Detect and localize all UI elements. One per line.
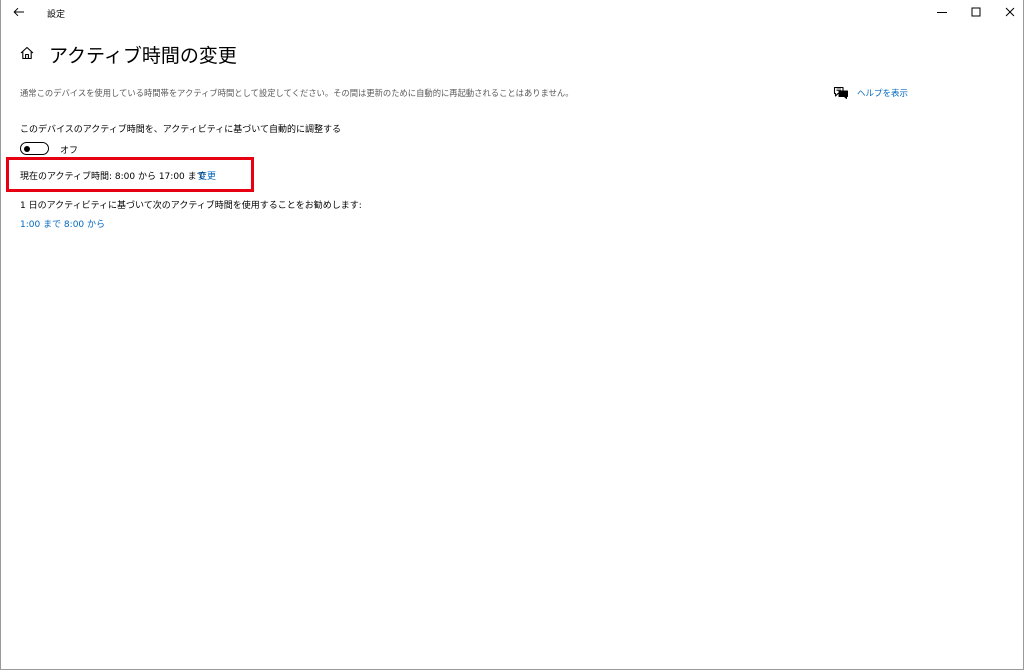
description-text: 通常このデバイスを使用している時間帯をアクティブ時間として設定してください。その… (20, 88, 574, 98)
help-label[interactable]: ヘルプを表示 (857, 87, 908, 99)
suggested-hours-link[interactable]: 1:00 まで 8:00 から (20, 217, 105, 230)
home-icon[interactable] (19, 45, 35, 61)
back-button[interactable] (7, 2, 33, 22)
toggle-state-label: オフ (60, 146, 79, 156)
auto-adjust-label: このデバイスのアクティブ時間を、アクティビティに基づいて自動的に調整する (20, 125, 341, 135)
change-link[interactable]: 変更 (198, 169, 216, 182)
toggle-knob (24, 145, 30, 152)
suggestion-label: 1 日のアクティビティに基づいて次のアクティブ時間を使用することをお勧めします: (20, 201, 362, 211)
arrow-left-icon (13, 7, 24, 17)
current-active-hours: 現在のアクティブ時間: 8:00 から 17:00 まで (20, 172, 206, 182)
settings-window: 設定 アクティブ時間の変更 通常このデバイスを使用している時間帯をアクティブ時間… (0, 0, 1024, 670)
maximize-button[interactable] (959, 0, 993, 24)
minimize-icon (937, 12, 947, 13)
app-title: 設定 (47, 10, 66, 20)
auto-adjust-toggle[interactable] (20, 142, 49, 155)
close-icon (1005, 7, 1015, 17)
close-button[interactable] (993, 0, 1024, 24)
title-bar: 設定 (1, 0, 1023, 25)
maximize-icon (971, 7, 981, 17)
chat-bubble-icon (833, 86, 848, 99)
page-title: アクティブ時間の変更 (49, 45, 237, 67)
minimize-button[interactable] (925, 0, 959, 24)
